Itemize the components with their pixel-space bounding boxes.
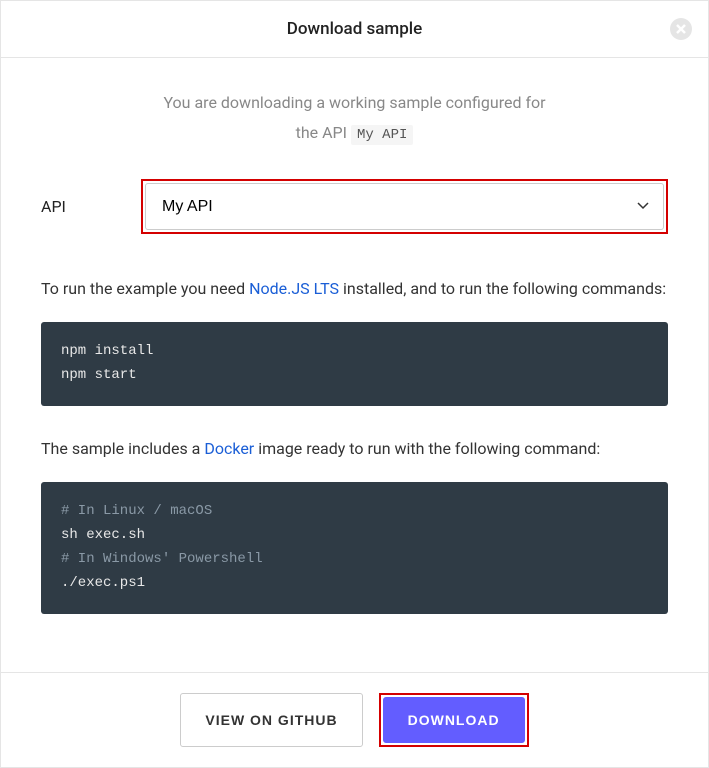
intro-line1: You are downloading a working sample con…: [163, 93, 545, 112]
code-line: npm start: [61, 367, 137, 383]
code-comment: # In Linux / macOS: [61, 503, 212, 519]
npm-code-block: npm install npm start: [41, 322, 668, 406]
run-suffix: installed, and to run the following comm…: [339, 279, 666, 298]
run-instructions: To run the example you need Node.JS LTS …: [41, 274, 668, 304]
close-icon: [676, 24, 686, 34]
docker-suffix: image ready to run with the following co…: [254, 439, 600, 458]
docker-prefix: The sample includes a: [41, 439, 204, 458]
modal-footer: VIEW ON GITHUB DOWNLOAD: [1, 672, 708, 767]
code-comment: # In Windows' Powershell: [61, 551, 263, 567]
close-button[interactable]: [670, 18, 692, 40]
view-github-button[interactable]: VIEW ON GITHUB: [180, 693, 362, 747]
download-button[interactable]: DOWNLOAD: [383, 697, 525, 743]
run-prefix: To run the example you need: [41, 279, 249, 298]
api-select-highlight: My API: [141, 179, 668, 234]
docker-link[interactable]: Docker: [204, 439, 254, 458]
api-select[interactable]: My API: [145, 183, 664, 230]
intro-text: You are downloading a working sample con…: [41, 88, 668, 149]
nodejs-link[interactable]: Node.JS LTS: [249, 279, 339, 298]
modal-title: Download sample: [287, 19, 423, 39]
api-label: API: [41, 197, 101, 216]
download-sample-modal: Download sample You are downloading a wo…: [0, 0, 709, 768]
api-row: API My API: [41, 179, 668, 234]
code-line: npm install: [61, 343, 153, 359]
modal-body: You are downloading a working sample con…: [1, 58, 708, 672]
docker-code-block: # In Linux / macOS sh exec.sh # In Windo…: [41, 482, 668, 613]
download-button-highlight: DOWNLOAD: [379, 693, 529, 747]
code-line: ./exec.ps1: [61, 575, 145, 591]
intro-line2-prefix: the API: [296, 123, 347, 142]
intro-api-name: My API: [351, 125, 413, 145]
modal-header: Download sample: [1, 1, 708, 58]
docker-instructions: The sample includes a Docker image ready…: [41, 434, 668, 464]
code-line: sh exec.sh: [61, 527, 145, 543]
